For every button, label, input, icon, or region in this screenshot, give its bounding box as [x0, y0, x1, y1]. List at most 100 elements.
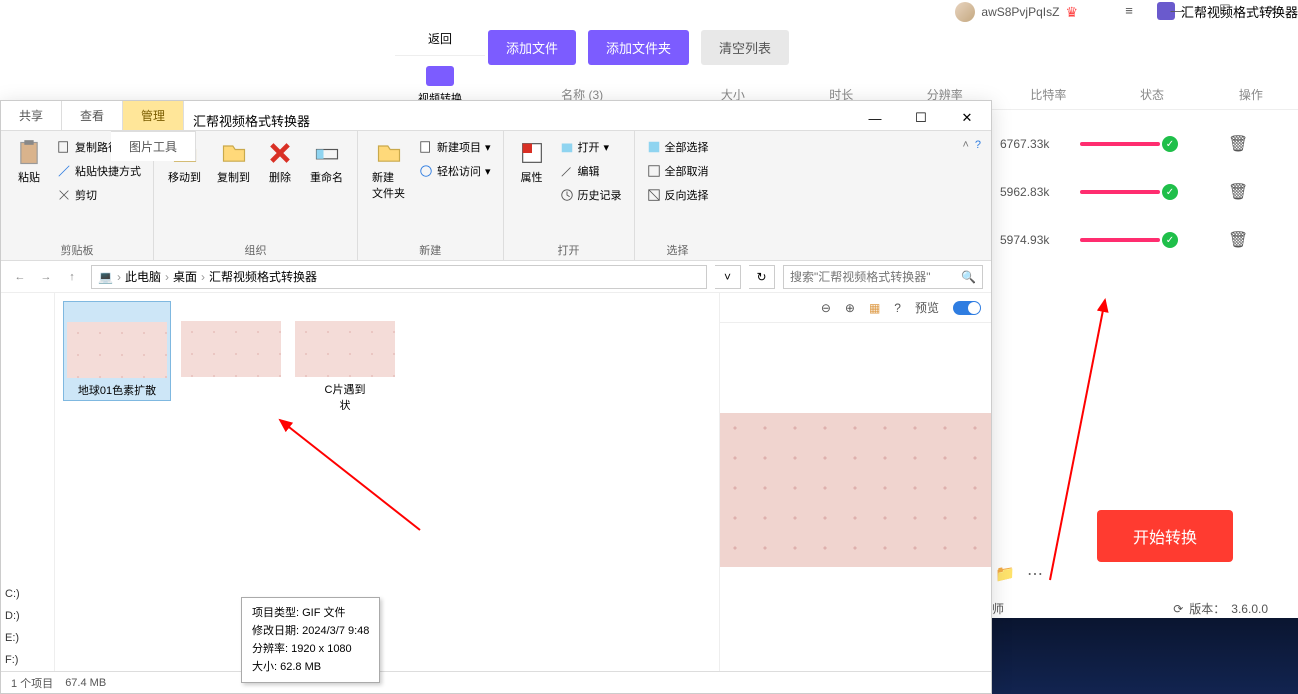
group-label: 新建 — [368, 238, 493, 258]
tab-manage[interactable]: 管理 — [123, 101, 184, 130]
tab-picture-tools[interactable]: 图片工具 — [111, 131, 196, 161]
easy-access-icon — [419, 164, 433, 178]
clear-list-button[interactable]: 清空列表 — [701, 30, 789, 65]
app-toolbar: 添加文件 添加文件夹 清空列表 — [488, 30, 789, 65]
copy-icon — [220, 139, 248, 167]
file-item[interactable]: 地球01色素扩散 — [63, 301, 171, 401]
nav-back-button[interactable]: ← — [9, 266, 31, 288]
back-button[interactable]: 返回 — [395, 22, 485, 56]
search-box[interactable]: 🔍 — [783, 265, 983, 289]
delete-button[interactable]: 删除 — [262, 137, 298, 187]
trash-icon[interactable]: 🗑 — [1228, 134, 1248, 154]
table-row[interactable]: 6767.33k ✓ 🗑 — [1000, 120, 1288, 168]
add-file-button[interactable]: 添加文件 — [488, 30, 576, 65]
file-name-fragment: C片遇到状 — [293, 381, 397, 413]
version-row: ⟳ 版本： 3.6.0.0 — [1173, 600, 1268, 617]
grid-icon[interactable]: ▦ — [869, 301, 880, 315]
select-none-icon — [647, 164, 661, 178]
rename-icon — [313, 139, 341, 167]
easy-access-button[interactable]: 轻松访问 ▾ — [417, 161, 493, 181]
cut-button[interactable]: 剪切 — [55, 185, 143, 205]
explorer-window-controls: — ☐ ✕ — [859, 107, 983, 129]
preview-toggle[interactable] — [953, 301, 981, 315]
rename-button[interactable]: 重命名 — [306, 137, 347, 187]
drive-e[interactable]: E:) — [5, 627, 20, 649]
start-convert-button[interactable]: 开始转换 — [1097, 510, 1233, 562]
trash-icon[interactable]: 🗑 — [1228, 182, 1248, 202]
folder-icon[interactable]: 📁 — [995, 564, 1015, 584]
maximize-button[interactable]: ☐ — [905, 107, 937, 129]
drive-d[interactable]: D:) — [5, 605, 20, 627]
nav-tree[interactable]: C:) D:) E:) F:) — [1, 293, 55, 671]
check-icon: ✓ — [1162, 136, 1178, 152]
settings-icon[interactable]: ≡ — [1114, 0, 1144, 20]
ribbon-group-new: 新建 文件夹 新建项目 ▾ 轻松访问 ▾ 新建 — [358, 131, 504, 260]
new-item-button[interactable]: 新建项目 ▾ — [417, 137, 493, 157]
bitrate-value: 6767.33k — [1000, 137, 1080, 151]
drive-f[interactable]: F:) — [5, 649, 20, 671]
addr-dropdown-button[interactable]: ˅ — [715, 265, 741, 289]
select-all-button[interactable]: 全部选择 — [645, 137, 711, 157]
pc-icon: 💻 — [98, 270, 113, 284]
zoom-out-icon[interactable]: ⊖ — [821, 301, 831, 315]
history-button[interactable]: 历史记录 — [558, 185, 624, 205]
properties-button[interactable]: 属性 — [514, 137, 550, 187]
refresh-icon[interactable]: ⟳ — [1173, 602, 1183, 616]
maximize-button[interactable]: ☐ — [1210, 0, 1240, 20]
drive-c[interactable]: C:) — [5, 583, 20, 605]
progress-bar — [1080, 238, 1160, 242]
breadcrumb[interactable]: 💻 › 此电脑 › 桌面 › 汇帮视频格式转换器 — [91, 265, 707, 289]
open-icon — [560, 140, 574, 154]
tab-share[interactable]: 共享 — [1, 101, 62, 130]
refresh-button[interactable]: ↻ — [749, 265, 775, 289]
user-area[interactable]: awS8PvjPqIsZ ♛ — [955, 2, 1078, 22]
col-operation: 操作 — [1204, 86, 1298, 103]
table-row[interactable]: 5974.93k ✓ 🗑 — [1000, 216, 1288, 264]
copy-to-button[interactable]: 复制到 — [213, 137, 254, 187]
version-number: 3.6.0.0 — [1231, 602, 1268, 616]
crumb-pc[interactable]: 此电脑 — [125, 268, 161, 285]
ribbon-collapse[interactable]: ˄ ? — [962, 139, 981, 151]
close-button[interactable]: ✕ — [951, 107, 983, 129]
crumb-desktop[interactable]: 桌面 — [173, 268, 197, 285]
properties-icon — [518, 139, 546, 167]
paste-button[interactable]: 粘贴 — [11, 137, 47, 187]
file-explorer-window: 共享 查看 管理 图片工具 汇帮视频格式转换器 — ☐ ✕ ˄ ? 粘贴 复制路… — [0, 100, 992, 694]
group-label: 组织 — [164, 238, 347, 258]
new-folder-button[interactable]: 新建 文件夹 — [368, 137, 409, 203]
file-thumbnail — [181, 321, 281, 377]
zoom-in-icon[interactable]: ⊕ — [845, 301, 855, 315]
table-rows: 6767.33k ✓ 🗑 5962.83k ✓ 🗑 5974.93k ✓ 🗑 — [1000, 120, 1288, 264]
crumb-folder[interactable]: 汇帮视频格式转换器 — [209, 268, 317, 285]
file-content-area[interactable]: 地球01色素扩散 C片遇到状 项目类型: GIF 文件 修改日期: 2024/3… — [55, 293, 719, 671]
file-item[interactable]: C片遇到状 — [291, 301, 399, 415]
close-button[interactable]: ✕ — [1258, 0, 1288, 20]
invert-selection-button[interactable]: 反向选择 — [645, 185, 711, 205]
tooltip-resolution: 分辨率: 1920 x 1080 — [252, 640, 369, 658]
select-none-button[interactable]: 全部取消 — [645, 161, 711, 181]
check-icon: ✓ — [1162, 184, 1178, 200]
paste-shortcut-button[interactable]: 粘贴快捷方式 — [55, 161, 143, 181]
nav-up-button[interactable]: ↑ — [61, 266, 83, 288]
add-folder-button[interactable]: 添加文件夹 — [588, 30, 689, 65]
tooltip-type: 项目类型: GIF 文件 — [252, 604, 369, 622]
minimize-button[interactable]: — — [1162, 0, 1192, 20]
more-icon[interactable]: ⋯ — [1027, 564, 1043, 584]
file-item[interactable] — [177, 301, 285, 383]
check-icon: ✓ — [1162, 232, 1178, 248]
search-input[interactable] — [790, 270, 961, 284]
preview-label: 预览 — [915, 299, 939, 316]
file-name: 地球01色素扩散 — [66, 382, 168, 398]
table-row[interactable]: 5962.83k ✓ 🗑 — [1000, 168, 1288, 216]
trash-icon[interactable]: 🗑 — [1228, 230, 1248, 250]
tab-view[interactable]: 查看 — [62, 101, 123, 130]
group-label: 剪贴板 — [11, 238, 143, 258]
edit-button[interactable]: 编辑 — [558, 161, 624, 181]
open-button[interactable]: 打开 ▾ — [558, 137, 624, 157]
window-title: 汇帮视频格式转换器 — [193, 111, 310, 130]
ribbon-tabs: 共享 查看 管理 — [1, 101, 991, 131]
nav-forward-button[interactable]: → — [35, 266, 57, 288]
user-name: awS8PvjPqIsZ — [981, 5, 1059, 19]
minimize-button[interactable]: — — [859, 107, 891, 129]
help-icon[interactable]: ? — [894, 301, 901, 315]
